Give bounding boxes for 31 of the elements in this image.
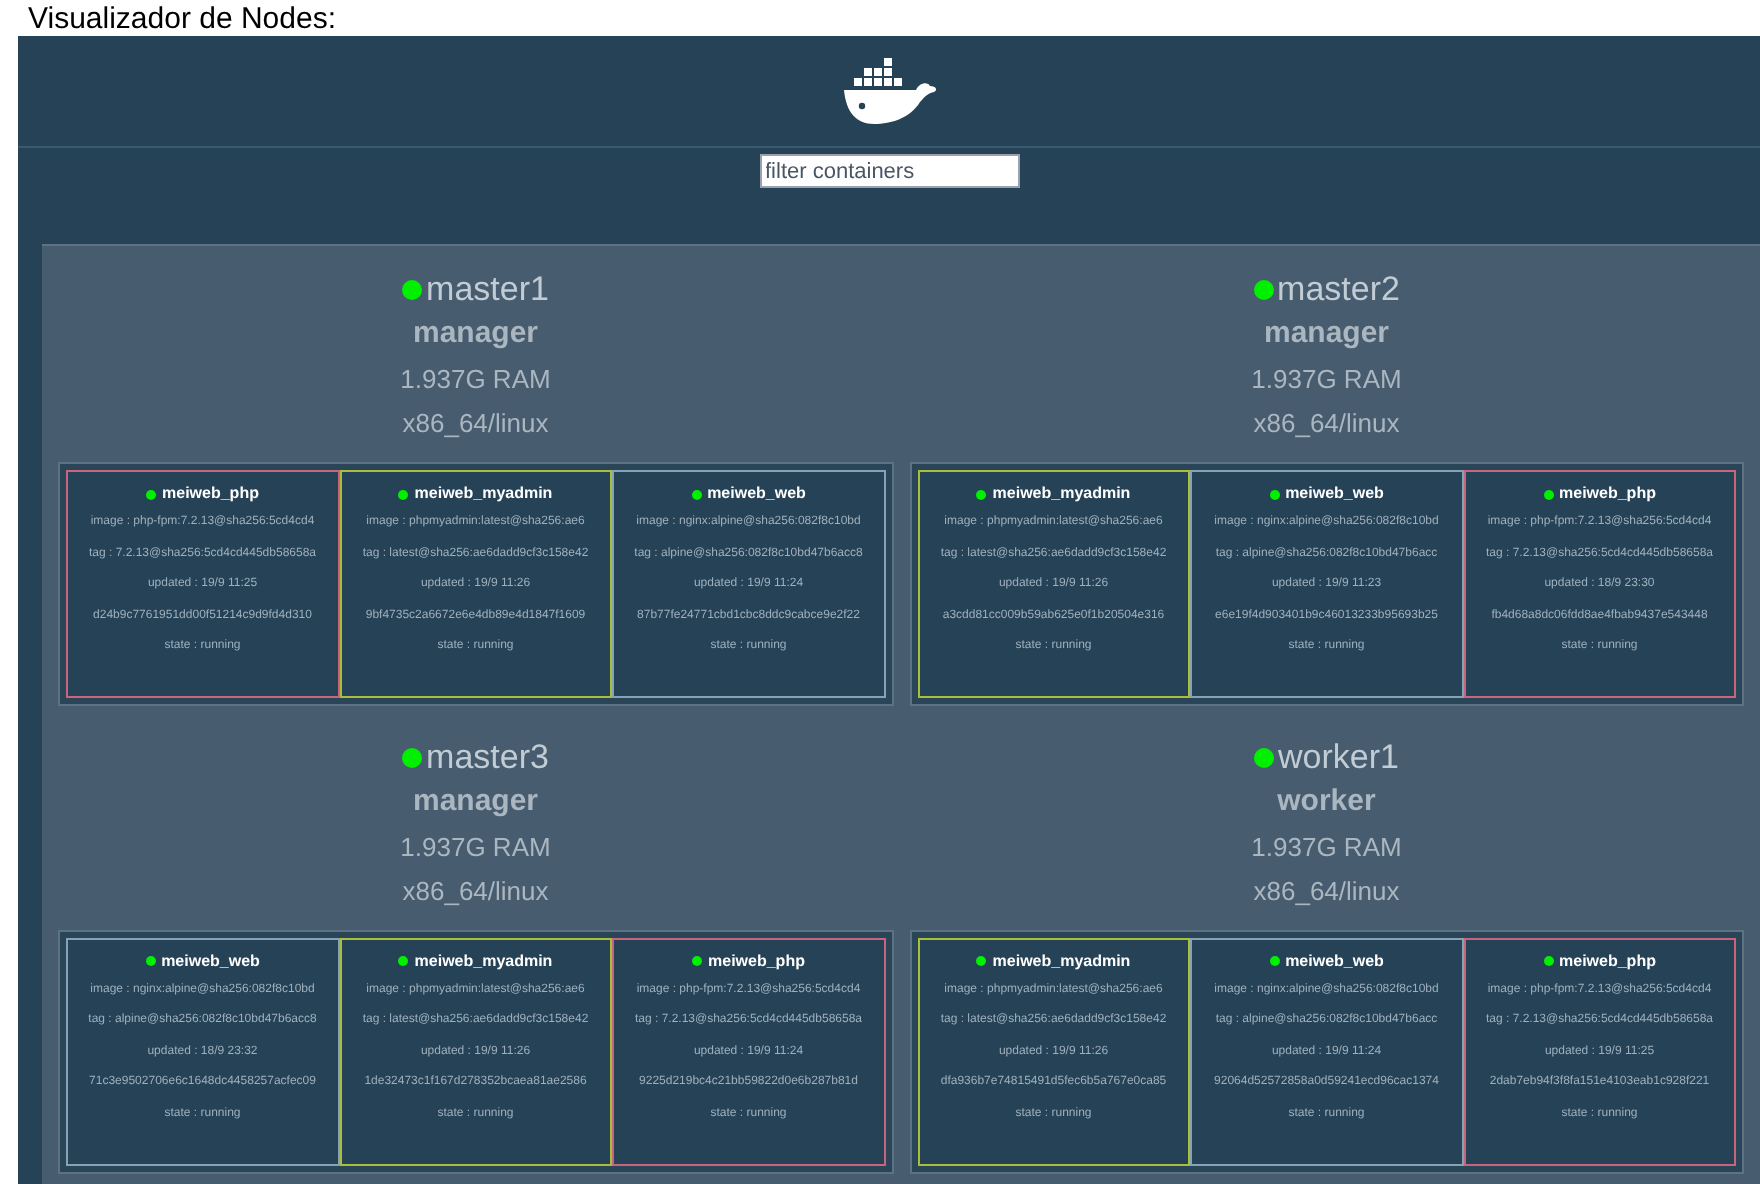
container-name: meiweb_php [1559, 949, 1656, 973]
node-role: manager [412, 314, 539, 354]
node-name: master1 [426, 270, 549, 310]
whale-logo-icon [839, 57, 939, 125]
container-name: meiweb_myadmin [414, 949, 553, 973]
container-name: meiweb_php [708, 949, 805, 973]
node-role: manager [412, 781, 539, 821]
node-ram: 1.937G RAM [1251, 362, 1402, 398]
filter-input[interactable]: filter containers [759, 154, 1019, 188]
container-name: meiweb_web [1285, 482, 1384, 506]
node-name: worker1 [1278, 737, 1399, 777]
container-name: meiweb_php [162, 482, 259, 506]
node-platform: x86_64/linux [1253, 406, 1400, 442]
container-name: meiweb_myadmin [414, 482, 553, 506]
container-name: meiweb_php [1559, 482, 1656, 506]
node-role: worker [1277, 781, 1376, 821]
container-name: meiweb_web [707, 482, 806, 506]
page-title: Visualizador de Nodes: [28, 3, 336, 33]
container-name: meiweb_myadmin [992, 949, 1131, 973]
node-name: master3 [426, 737, 549, 777]
node-ram: 1.937G RAM [400, 362, 551, 398]
node-platform: x86_64/linux [402, 873, 549, 910]
node-ram: 1.937G RAM [400, 829, 551, 865]
node-role: manager [1263, 314, 1390, 354]
container-name: meiweb_myadmin [992, 482, 1131, 506]
node-platform: x86_64/linux [402, 406, 549, 442]
node-ram: 1.937G RAM [1251, 829, 1402, 865]
container-name: meiweb_web [1285, 949, 1384, 973]
node-name: master2 [1277, 270, 1400, 310]
container-name: meiweb_web [161, 949, 260, 973]
node-platform: x86_64/linux [1253, 873, 1400, 910]
